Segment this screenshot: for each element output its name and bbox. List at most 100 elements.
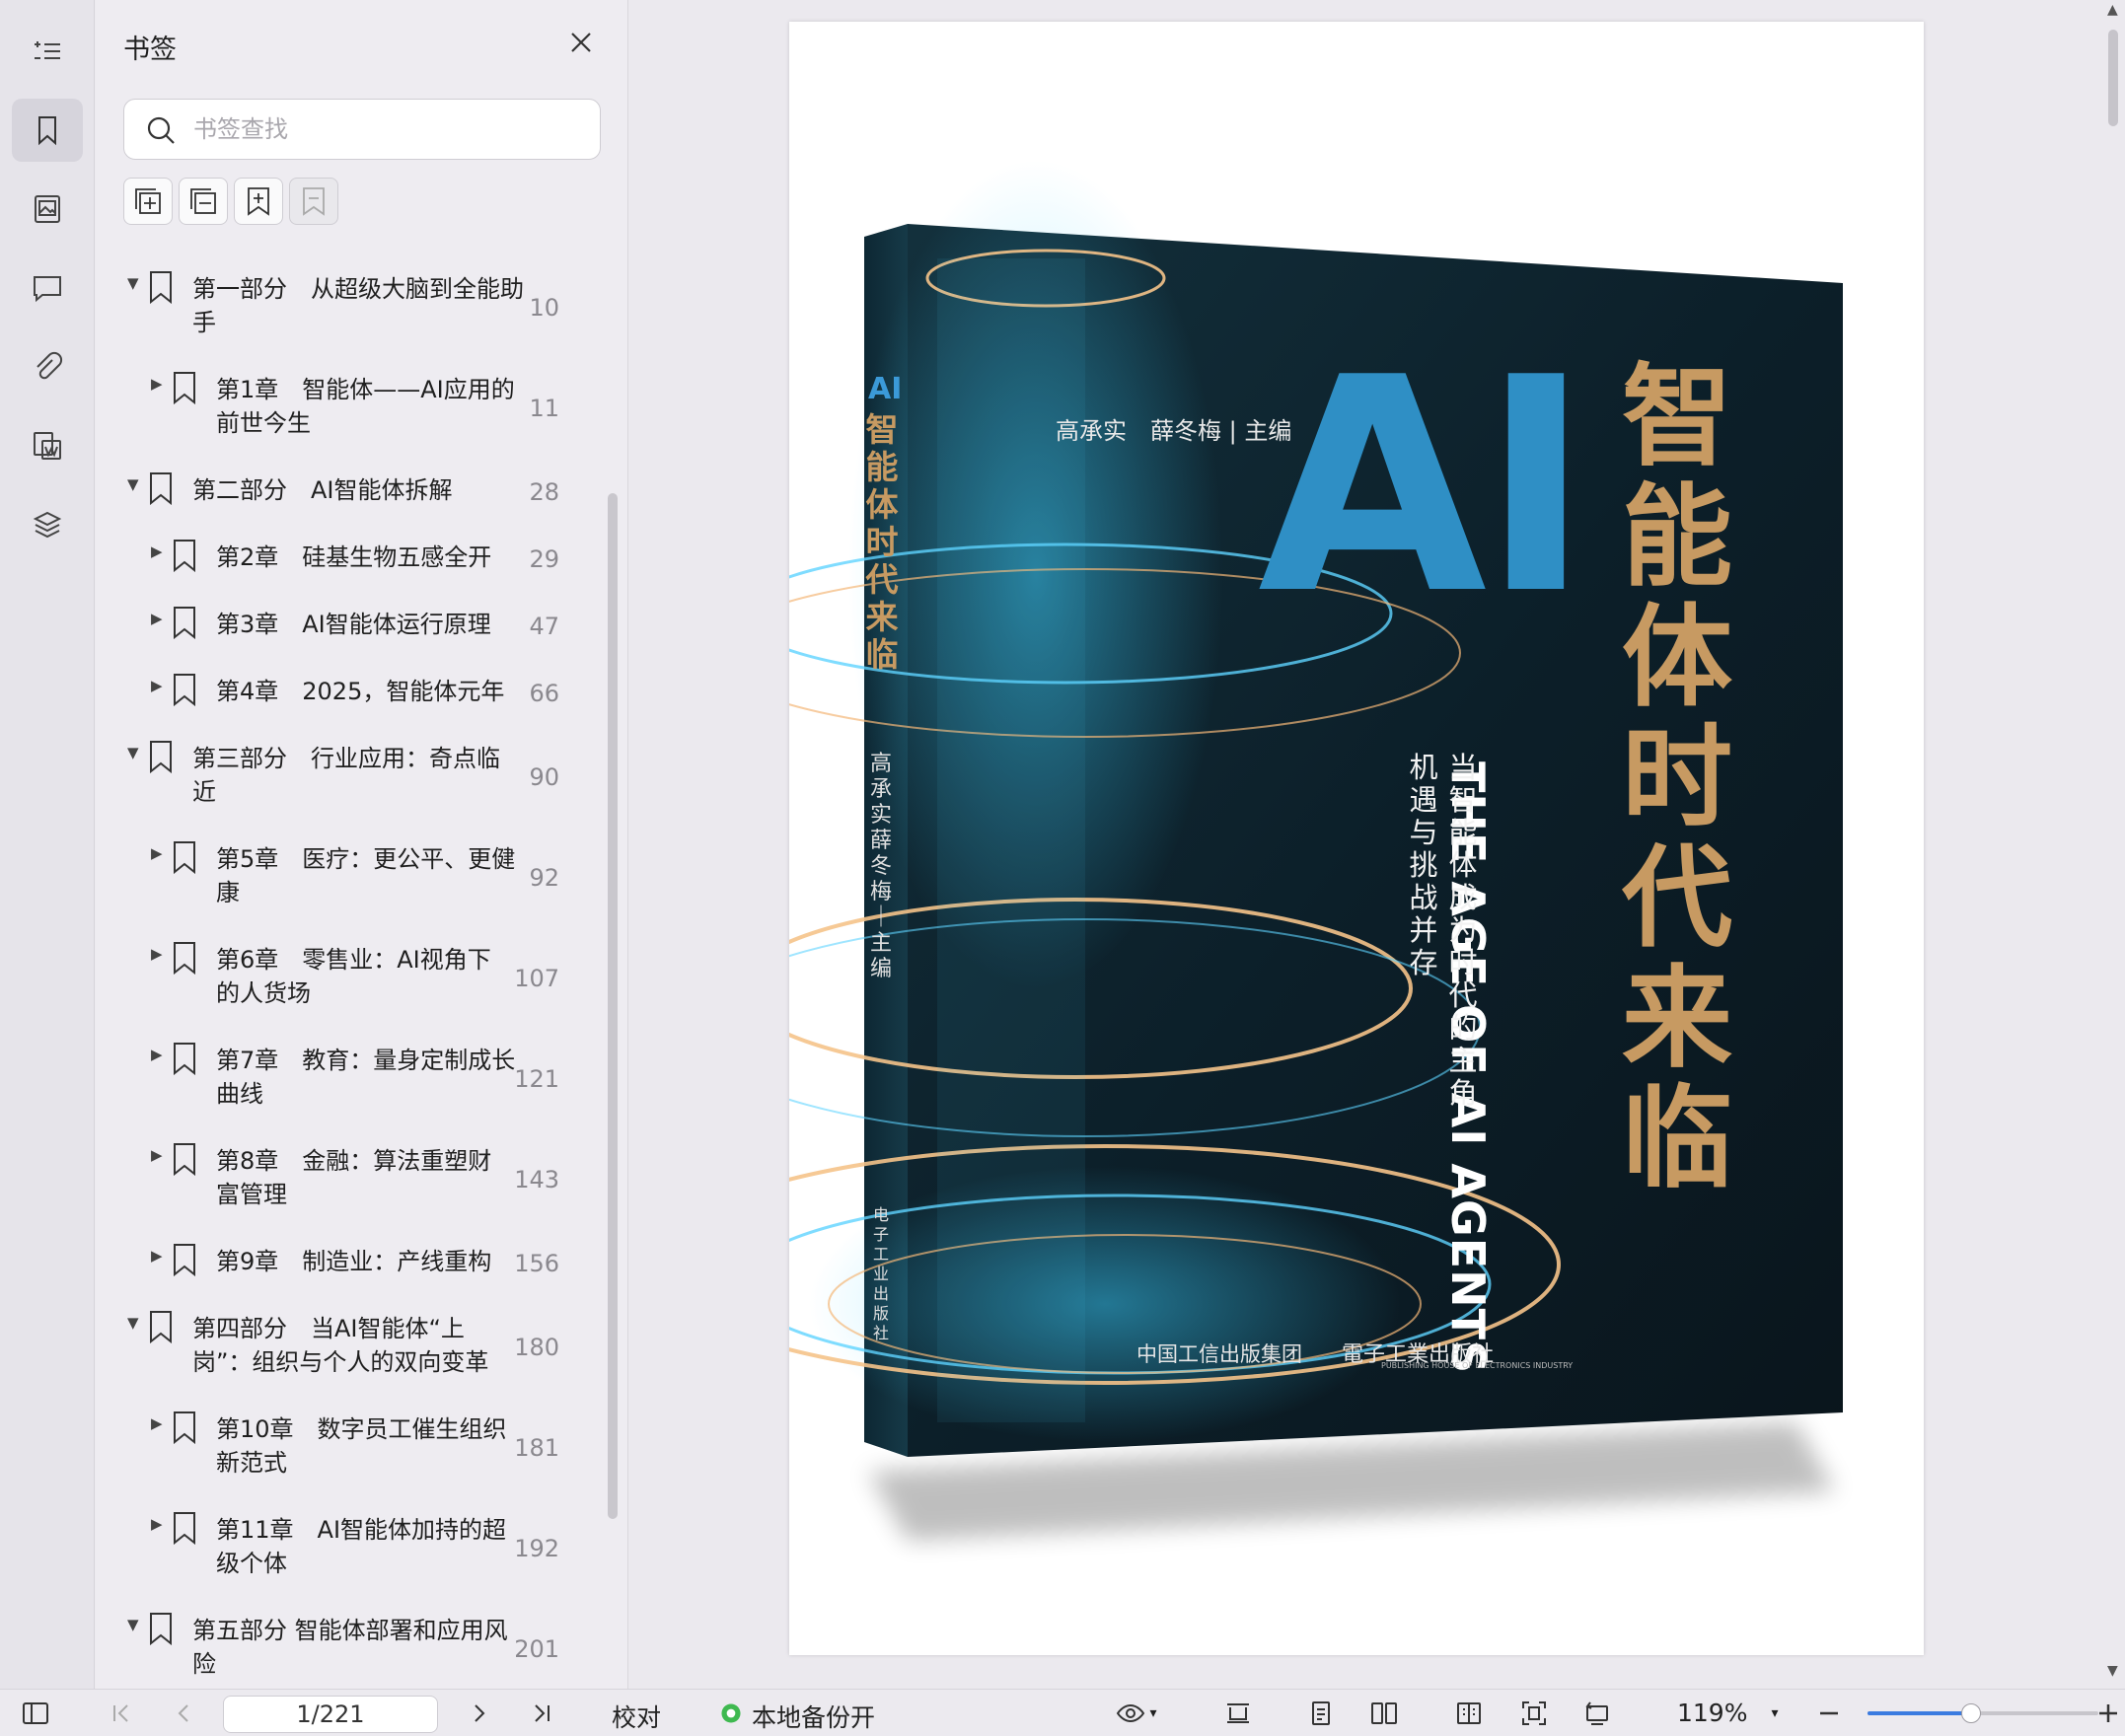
bookmark-label: 第1章 智能体——AI应用的 前世今生	[216, 373, 515, 440]
zoom-slider-handle[interactable]	[1961, 1703, 1981, 1723]
bookmark-label: 第一部分 从超级大脑到全能助手	[192, 272, 524, 339]
comments-tab-button[interactable]	[12, 256, 83, 320]
scroll-down-arrow[interactable]: ▼	[2107, 1663, 2118, 1679]
fit-page-button[interactable]	[1513, 1690, 1555, 1736]
bookmark-icon	[174, 1512, 195, 1545]
bookmark-label: 第11章 AI智能体加持的超 级个体	[216, 1513, 506, 1580]
bookmark-icon	[38, 116, 56, 146]
bookmark-search-box[interactable]	[123, 99, 601, 160]
bookmark-icon	[174, 674, 195, 706]
zoom-out-button[interactable]	[1811, 1690, 1847, 1736]
bookmark-icon	[150, 271, 172, 304]
bookmark-label: 第8章 金融：算法重塑财 富管理	[216, 1144, 491, 1211]
expand-arrow-down-icon[interactable]: ▼	[127, 274, 139, 292]
bookmark-label: 第10章 数字员工催生组织 新范式	[216, 1412, 507, 1480]
view-mode-dropdown[interactable]: ▾	[1107, 1690, 1166, 1736]
remove-bookmark-button[interactable]	[289, 178, 338, 225]
attachments-tab-button[interactable]	[12, 335, 83, 398]
collapse-all-icon	[190, 188, 216, 214]
backup-status-icon	[718, 1690, 744, 1736]
bookmark-page-number: 181	[514, 1434, 559, 1462]
expand-arrow-right-icon[interactable]: ▶	[151, 844, 163, 862]
expand-arrow-down-icon[interactable]: ▼	[127, 1616, 139, 1633]
signatures-tab-button[interactable]	[12, 414, 83, 477]
bookmark-label-line: 岗”：组织与个人的双向变革	[192, 1348, 489, 1376]
bookmark-label-line: 的人货场	[216, 979, 311, 1007]
minus-icon	[1820, 1711, 1838, 1715]
bookmark-label-line: 第4章 2025，智能体元年	[216, 678, 505, 705]
expand-arrow-right-icon[interactable]: ▶	[151, 1247, 163, 1265]
previous-page-button[interactable]	[164, 1690, 203, 1736]
bookmark-page-number: 121	[514, 1065, 559, 1093]
close-icon[interactable]	[564, 26, 598, 59]
bookmark-label-line: 第一部分 从超级大脑到全能助	[192, 275, 524, 303]
toggle-sidebar-button[interactable]	[16, 1690, 55, 1736]
bookmark-page-number: 201	[514, 1635, 559, 1663]
panel-scrollbar[interactable]	[608, 493, 618, 1519]
collapse-all-button[interactable]	[179, 178, 228, 225]
expand-arrow-right-icon[interactable]: ▶	[151, 542, 163, 560]
left-tool-rail	[0, 0, 95, 1689]
bookmark-label-line: 曲线	[216, 1080, 263, 1108]
expand-arrow-down-icon[interactable]: ▼	[127, 1314, 139, 1332]
expand-arrow-down-icon[interactable]: ▼	[127, 744, 139, 761]
zoom-dropdown-chevron[interactable]: ▾	[1760, 1690, 1790, 1736]
thumbnails-tab-button[interactable]	[12, 178, 83, 241]
bookmark-label: 第5章 医疗：更公平、更健康	[216, 842, 515, 909]
single-page-button[interactable]	[1300, 1690, 1342, 1736]
backup-status-label[interactable]: 本地备份开	[752, 1699, 875, 1734]
bookmark-label-line: 级个体	[216, 1550, 287, 1577]
expand-arrow-right-icon[interactable]: ▶	[151, 1046, 163, 1063]
status-bar: 1/221 校对 本地备份开 ▾ 119% ▾	[0, 1689, 2125, 1736]
two-page-button[interactable]	[1363, 1690, 1405, 1736]
bookmark-search-input[interactable]	[193, 109, 588, 149]
expand-arrow-down-icon[interactable]: ▼	[127, 475, 139, 493]
bookmark-icon	[174, 841, 195, 874]
paperclip-icon	[37, 351, 63, 380]
spine-authors: 高承实 薛冬梅｜主编	[869, 752, 914, 981]
outline-toggle-button[interactable]	[12, 20, 83, 83]
expand-arrow-right-icon[interactable]: ▶	[151, 1515, 163, 1533]
bookmark-panel: 书签 ▼第一部分 从超级大脑到全能助手10▶第1章 智能体——AI应用的前世今生…	[96, 0, 628, 1689]
image-icon	[35, 195, 60, 223]
bookmark-icon	[174, 1244, 195, 1276]
last-page-button[interactable]	[523, 1690, 562, 1736]
bookmark-page-number: 90	[529, 763, 559, 791]
first-page-icon	[113, 1704, 128, 1722]
bookmark-icon	[174, 607, 195, 639]
zoom-level-dropdown[interactable]: 119%	[1677, 1699, 1747, 1727]
document-scrollbar[interactable]: ▲ ▼	[2101, 0, 2125, 1689]
expand-arrow-right-icon[interactable]: ▶	[151, 375, 163, 393]
fit-width-button[interactable]	[1217, 1690, 1259, 1736]
document-viewer[interactable]: AI 智能体时代来临 高承实 薛冬梅 | 主编 THE AGE OF AI AG…	[629, 0, 2125, 1689]
scroll-up-arrow[interactable]: ▲	[2107, 2, 2118, 18]
bookmark-label-line: 险	[192, 1650, 216, 1678]
first-page-button[interactable]	[101, 1690, 140, 1736]
page-number-input[interactable]: 1/221	[223, 1696, 438, 1733]
expand-arrow-right-icon[interactable]: ▶	[151, 1414, 163, 1432]
book-cover-image: AI 智能体时代来临 高承实 薛冬梅 | 主编 THE AGE OF AI AG…	[789, 22, 1924, 1655]
bookmarks-tab-button[interactable]	[12, 99, 83, 162]
bookmark-label-line: 新范式	[216, 1449, 287, 1477]
bookmark-icon	[150, 1311, 172, 1343]
expand-arrow-right-icon[interactable]: ▶	[151, 1146, 163, 1164]
rotate-button[interactable]	[1576, 1690, 1618, 1736]
bookmark-label-line: 第五部分 智能体部署和应用风	[192, 1617, 508, 1644]
expand-arrow-right-icon[interactable]: ▶	[151, 945, 163, 963]
layers-tab-button[interactable]	[12, 493, 83, 556]
add-bookmark-button[interactable]	[234, 178, 283, 225]
layers-icon	[33, 511, 62, 539]
scroll-thumb[interactable]	[2108, 30, 2118, 126]
cover-artwork	[789, 160, 1843, 1541]
expand-all-button[interactable]	[123, 178, 173, 225]
cover-subtitle-line2: 机遇与挑战并存	[1409, 751, 1438, 979]
bookmark-page-number: 66	[529, 680, 559, 707]
book-mode-button[interactable]	[1448, 1690, 1490, 1736]
next-page-button[interactable]	[460, 1690, 499, 1736]
bookmark-icon	[150, 1613, 172, 1645]
proofread-button[interactable]: 校对	[612, 1699, 661, 1734]
expand-arrow-right-icon[interactable]: ▶	[151, 610, 163, 627]
bookmark-icon	[174, 1411, 195, 1444]
expand-arrow-right-icon[interactable]: ▶	[151, 677, 163, 694]
chevron-right-icon	[475, 1704, 485, 1722]
